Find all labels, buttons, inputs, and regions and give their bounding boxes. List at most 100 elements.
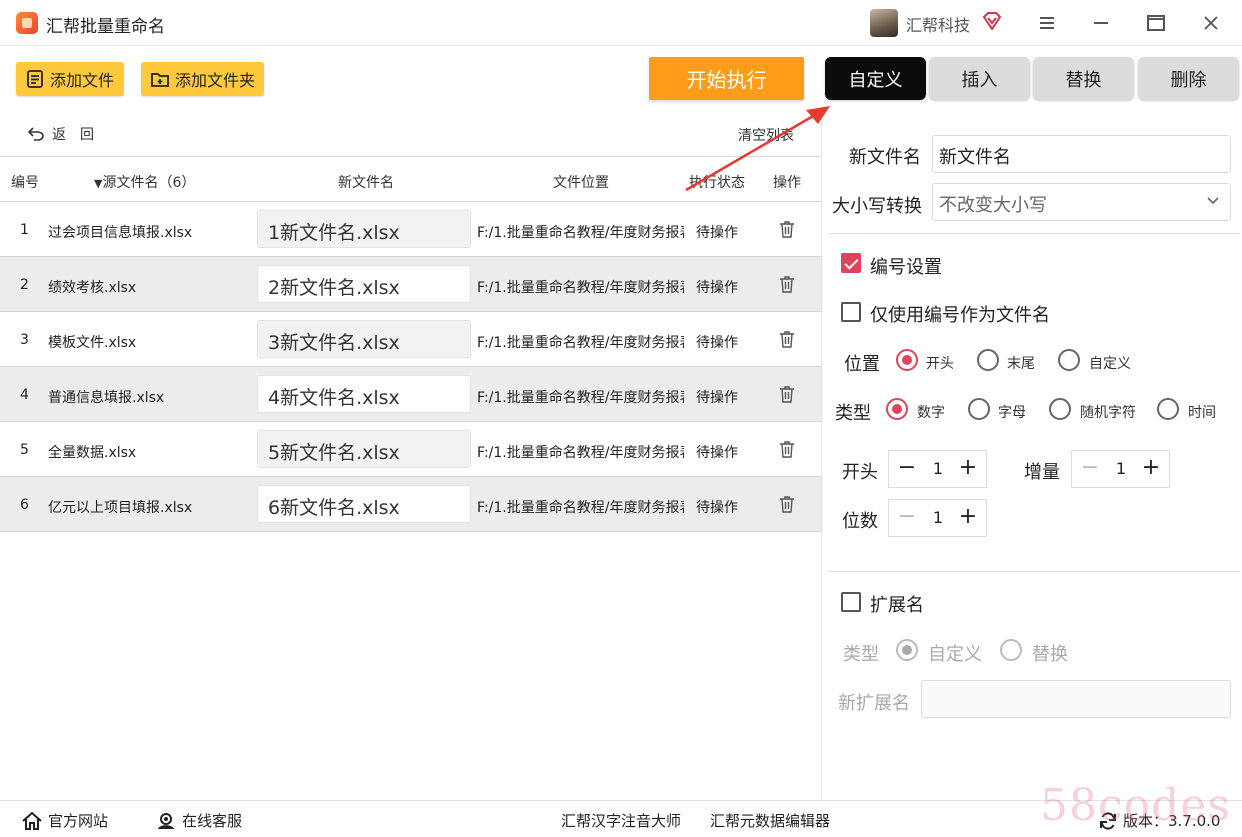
row-new-name: 1新文件名.xlsx: [257, 210, 471, 248]
trash-icon[interactable]: [779, 275, 795, 293]
position-custom-label: 自定义: [1089, 356, 1131, 372]
row-num: 3: [20, 332, 29, 348]
start-label: 开头: [842, 462, 878, 483]
position-radio-start[interactable]: [896, 349, 918, 371]
support-icon: [158, 812, 174, 829]
tab-replace[interactable]: 替换: [1033, 57, 1134, 100]
start-stepper[interactable]: − 1 +: [888, 450, 987, 488]
file-table: 编号 ▼源文件名（6） 新文件名 文件位置 执行状态 操作 1 过会项目信息填报…: [0, 156, 821, 532]
increment-value: 1: [1115, 459, 1127, 478]
row-status: 待操作: [696, 390, 738, 406]
type-number-label: 数字: [917, 405, 945, 421]
row-num: 5: [20, 442, 29, 458]
metadata-link[interactable]: 汇帮元数据编辑器: [710, 810, 830, 831]
ext-type-radio-replace[interactable]: [1000, 639, 1022, 661]
new-name-input[interactable]: 新文件名: [932, 135, 1231, 173]
table-row[interactable]: 3 模板文件.xlsx 3新文件名.xlsx F:/1.批量重命名教程/年度财务…: [0, 312, 821, 367]
add-file-label: 添加文件: [50, 71, 115, 90]
row-location: F:/1.批量重命名教程/年度财务报表: [477, 225, 684, 241]
vip-diamond-icon[interactable]: [982, 12, 1002, 30]
ext-type-label: 类型: [843, 644, 879, 665]
extension-label: 扩展名: [870, 595, 924, 616]
title-bar: 汇帮批量重命名 汇帮科技: [0, 0, 1242, 46]
row-status: 待操作: [696, 225, 738, 241]
row-source: 亿元以上项目填报.xlsx: [48, 500, 193, 516]
table-row[interactable]: 2 绩效考核.xlsx 2新文件名.xlsx F:/1.批量重命名教程/年度财务…: [0, 257, 821, 312]
type-radio-random[interactable]: [1049, 398, 1071, 420]
digits-stepper[interactable]: − 1 +: [888, 499, 987, 537]
tab-custom[interactable]: 自定义: [825, 57, 926, 100]
numbering-checkbox[interactable]: [841, 253, 861, 273]
row-location: F:/1.批量重命名教程/年度财务报表: [477, 445, 684, 461]
start-increment-button[interactable]: +: [957, 456, 979, 480]
trash-icon[interactable]: [779, 220, 795, 238]
trash-icon[interactable]: [779, 330, 795, 348]
section-divider: [828, 233, 1240, 234]
type-radio-number[interactable]: [886, 398, 908, 420]
tab-insert[interactable]: 插入: [929, 57, 1030, 100]
trash-icon[interactable]: [779, 495, 795, 513]
menu-icon[interactable]: [1032, 10, 1062, 36]
row-source: 过会项目信息填报.xlsx: [48, 225, 193, 241]
row-num: 6: [20, 497, 29, 513]
back-label: 返 回: [52, 127, 94, 143]
type-radio-time[interactable]: [1157, 398, 1179, 420]
digits-increment-button[interactable]: +: [957, 505, 979, 529]
ext-type-custom-label: 自定义: [928, 644, 982, 665]
row-new-name: 6新文件名.xlsx: [257, 485, 471, 523]
position-end-label: 末尾: [1007, 356, 1035, 372]
watermark: 58codes: [1040, 780, 1231, 831]
close-icon[interactable]: [1196, 10, 1226, 36]
row-status: 待操作: [696, 445, 738, 461]
digits-decrement-button[interactable]: −: [897, 506, 917, 530]
row-new-name: 4新文件名.xlsx: [257, 375, 471, 413]
tab-delete[interactable]: 删除: [1138, 57, 1239, 100]
only-number-checkbox[interactable]: [841, 302, 861, 322]
chevron-down-icon: [1207, 197, 1219, 205]
row-location: F:/1.批量重命名教程/年度财务报表: [477, 335, 684, 351]
start-button[interactable]: 开始执行: [649, 57, 804, 100]
row-num: 1: [20, 222, 29, 238]
increment-stepper[interactable]: − 1 +: [1071, 450, 1170, 488]
increment-label: 增量: [1024, 462, 1060, 483]
increment-increment-button[interactable]: +: [1140, 456, 1162, 480]
case-select[interactable]: 不改变大小写: [932, 183, 1231, 221]
user-name[interactable]: 汇帮科技: [906, 12, 970, 36]
pinyin-link[interactable]: 汇帮汉字注音大师: [561, 810, 681, 831]
maximize-icon[interactable]: [1141, 10, 1171, 36]
table-row[interactable]: 4 普通信息填报.xlsx 4新文件名.xlsx F:/1.批量重命名教程/年度…: [0, 367, 821, 422]
position-radio-custom[interactable]: [1058, 349, 1080, 371]
type-random-label: 随机字符: [1080, 405, 1136, 421]
website-link[interactable]: 官方网站: [22, 810, 108, 831]
row-num: 2: [20, 277, 29, 293]
avatar[interactable]: [870, 9, 898, 37]
header-new-name: 新文件名: [338, 175, 394, 191]
back-button[interactable]: 返 回: [28, 124, 94, 144]
numbering-label: 编号设置: [870, 257, 942, 278]
header-location: 文件位置: [553, 175, 609, 191]
digits-label: 位数: [842, 511, 878, 532]
trash-icon[interactable]: [779, 440, 795, 458]
table-row[interactable]: 5 全量数据.xlsx 5新文件名.xlsx F:/1.批量重命名教程/年度财务…: [0, 422, 821, 477]
header-source[interactable]: ▼源文件名（6）: [94, 172, 195, 192]
increment-decrement-button[interactable]: −: [1080, 457, 1100, 481]
ext-type-radio-custom[interactable]: [896, 639, 918, 661]
table-row[interactable]: 6 亿元以上项目填报.xlsx 6新文件名.xlsx F:/1.批量重命名教程/…: [0, 477, 821, 532]
add-folder-button[interactable]: 添加文件夹: [141, 62, 264, 96]
row-source: 模板文件.xlsx: [48, 335, 137, 351]
position-label: 位置: [844, 354, 880, 375]
position-radio-end[interactable]: [977, 349, 999, 371]
new-ext-input[interactable]: [921, 680, 1231, 718]
row-status: 待操作: [696, 500, 738, 516]
minimize-icon[interactable]: [1086, 10, 1116, 36]
type-radio-letter[interactable]: [968, 398, 990, 420]
trash-icon[interactable]: [779, 385, 795, 403]
start-decrement-button[interactable]: −: [897, 457, 917, 481]
extension-checkbox[interactable]: [841, 592, 861, 612]
add-file-button[interactable]: 添加文件: [16, 62, 124, 96]
support-link[interactable]: 在线客服: [156, 810, 242, 831]
table-row[interactable]: 1 过会项目信息填报.xlsx 1新文件名.xlsx F:/1.批量重命名教程/…: [0, 202, 821, 257]
panel-divider: [821, 110, 822, 800]
home-icon: [22, 811, 42, 830]
annotation-arrow-icon: [685, 106, 830, 192]
